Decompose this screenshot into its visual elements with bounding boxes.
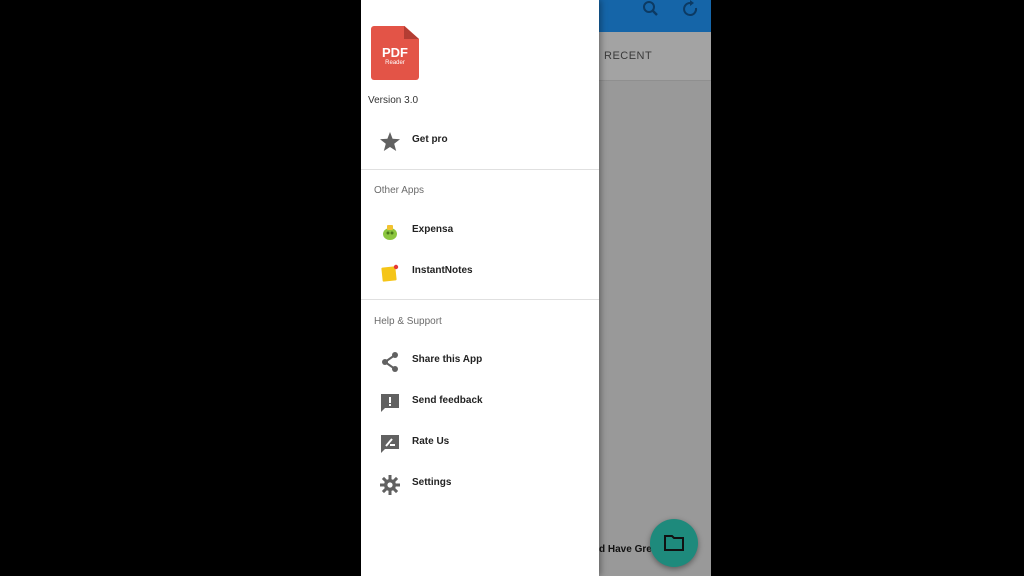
menu-item-send-feedback[interactable]: Send feedback <box>361 382 599 422</box>
menu-item-label: Settings <box>412 477 452 488</box>
open-file-button[interactable] <box>650 519 698 567</box>
menu-item-label: Get pro <box>412 134 448 145</box>
gear-icon <box>379 474 401 496</box>
app-screen: RECENT d Have Great PDF Reader Version 3… <box>361 0 711 576</box>
star-icon <box>379 131 401 153</box>
logo-text: PDF <box>382 45 408 60</box>
menu-item-label: Send feedback <box>412 395 483 406</box>
tab-recent[interactable]: RECENT <box>604 50 652 62</box>
refresh-icon[interactable] <box>679 0 703 22</box>
section-header-help-support: Help & Support <box>374 316 442 327</box>
menu-item-label: InstantNotes <box>412 265 473 276</box>
menu-item-settings[interactable]: Settings <box>361 464 599 504</box>
expensa-app-icon <box>379 221 401 243</box>
search-icon[interactable] <box>639 0 663 22</box>
menu-item-share[interactable]: Share this App <box>361 341 599 381</box>
app-version: Version 3.0 <box>368 95 419 106</box>
navigation-drawer: PDF Reader Version 3.0 Get pro Other App… <box>361 0 599 576</box>
menu-item-rate-us[interactable]: Rate Us <box>361 423 599 463</box>
feedback-icon <box>379 392 401 414</box>
menu-item-get-pro[interactable]: Get pro <box>361 121 599 161</box>
divider <box>361 169 599 170</box>
folder-icon <box>664 535 684 551</box>
instantnotes-app-icon <box>379 262 401 284</box>
menu-item-label: Rate Us <box>412 436 450 447</box>
rate-icon <box>379 433 401 455</box>
menu-item-expensa[interactable]: Expensa <box>361 211 599 251</box>
divider <box>361 299 599 300</box>
section-header-other-apps: Other Apps <box>374 185 425 196</box>
menu-item-label: Share this App <box>412 354 483 365</box>
share-icon <box>379 351 401 373</box>
menu-item-instantnotes[interactable]: InstantNotes <box>361 252 599 292</box>
logo-subtext: Reader <box>385 60 405 66</box>
menu-item-label: Expensa <box>412 224 454 235</box>
